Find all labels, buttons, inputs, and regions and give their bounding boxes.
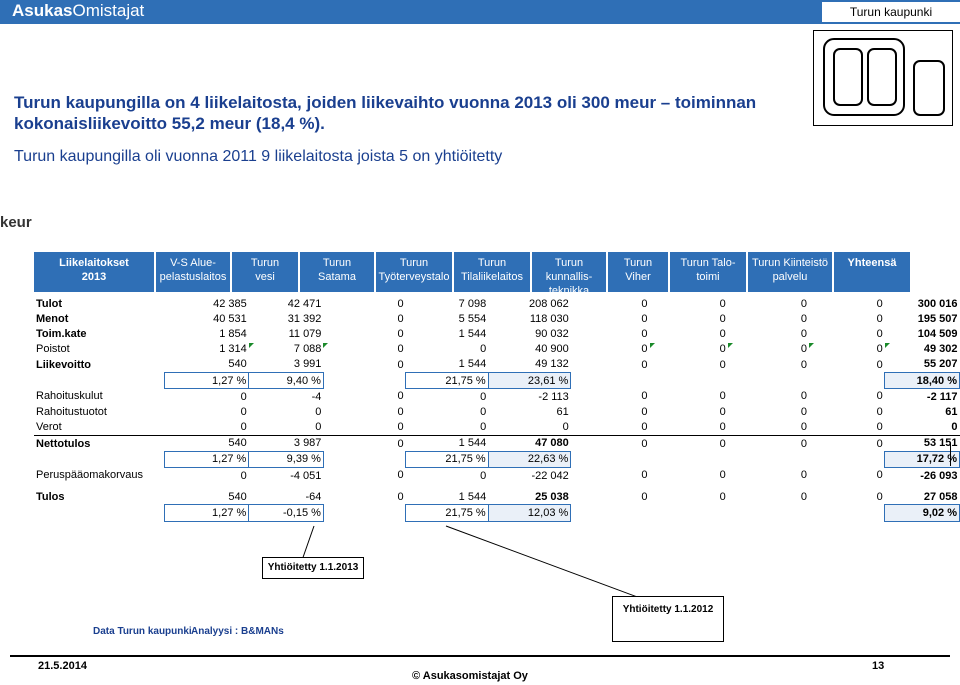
callout-yhtioitetty-2013: Yhtiöitetty 1.1.2013 <box>262 557 364 579</box>
footer-rule <box>10 655 950 657</box>
data-source-note: Data Turun kaupunki <box>93 626 192 637</box>
callout-yhtioitetty-2012: Yhtiöitetty 1.1.2012 <box>612 596 724 642</box>
page-number: 13 <box>872 660 885 672</box>
callout-pointer-lines <box>262 525 641 599</box>
footer-date: 21.5.2014 <box>38 660 87 672</box>
analysis-note: Analyysi : B&MANs <box>191 626 284 637</box>
copyright: © Asukasomistajat Oy <box>412 670 528 682</box>
